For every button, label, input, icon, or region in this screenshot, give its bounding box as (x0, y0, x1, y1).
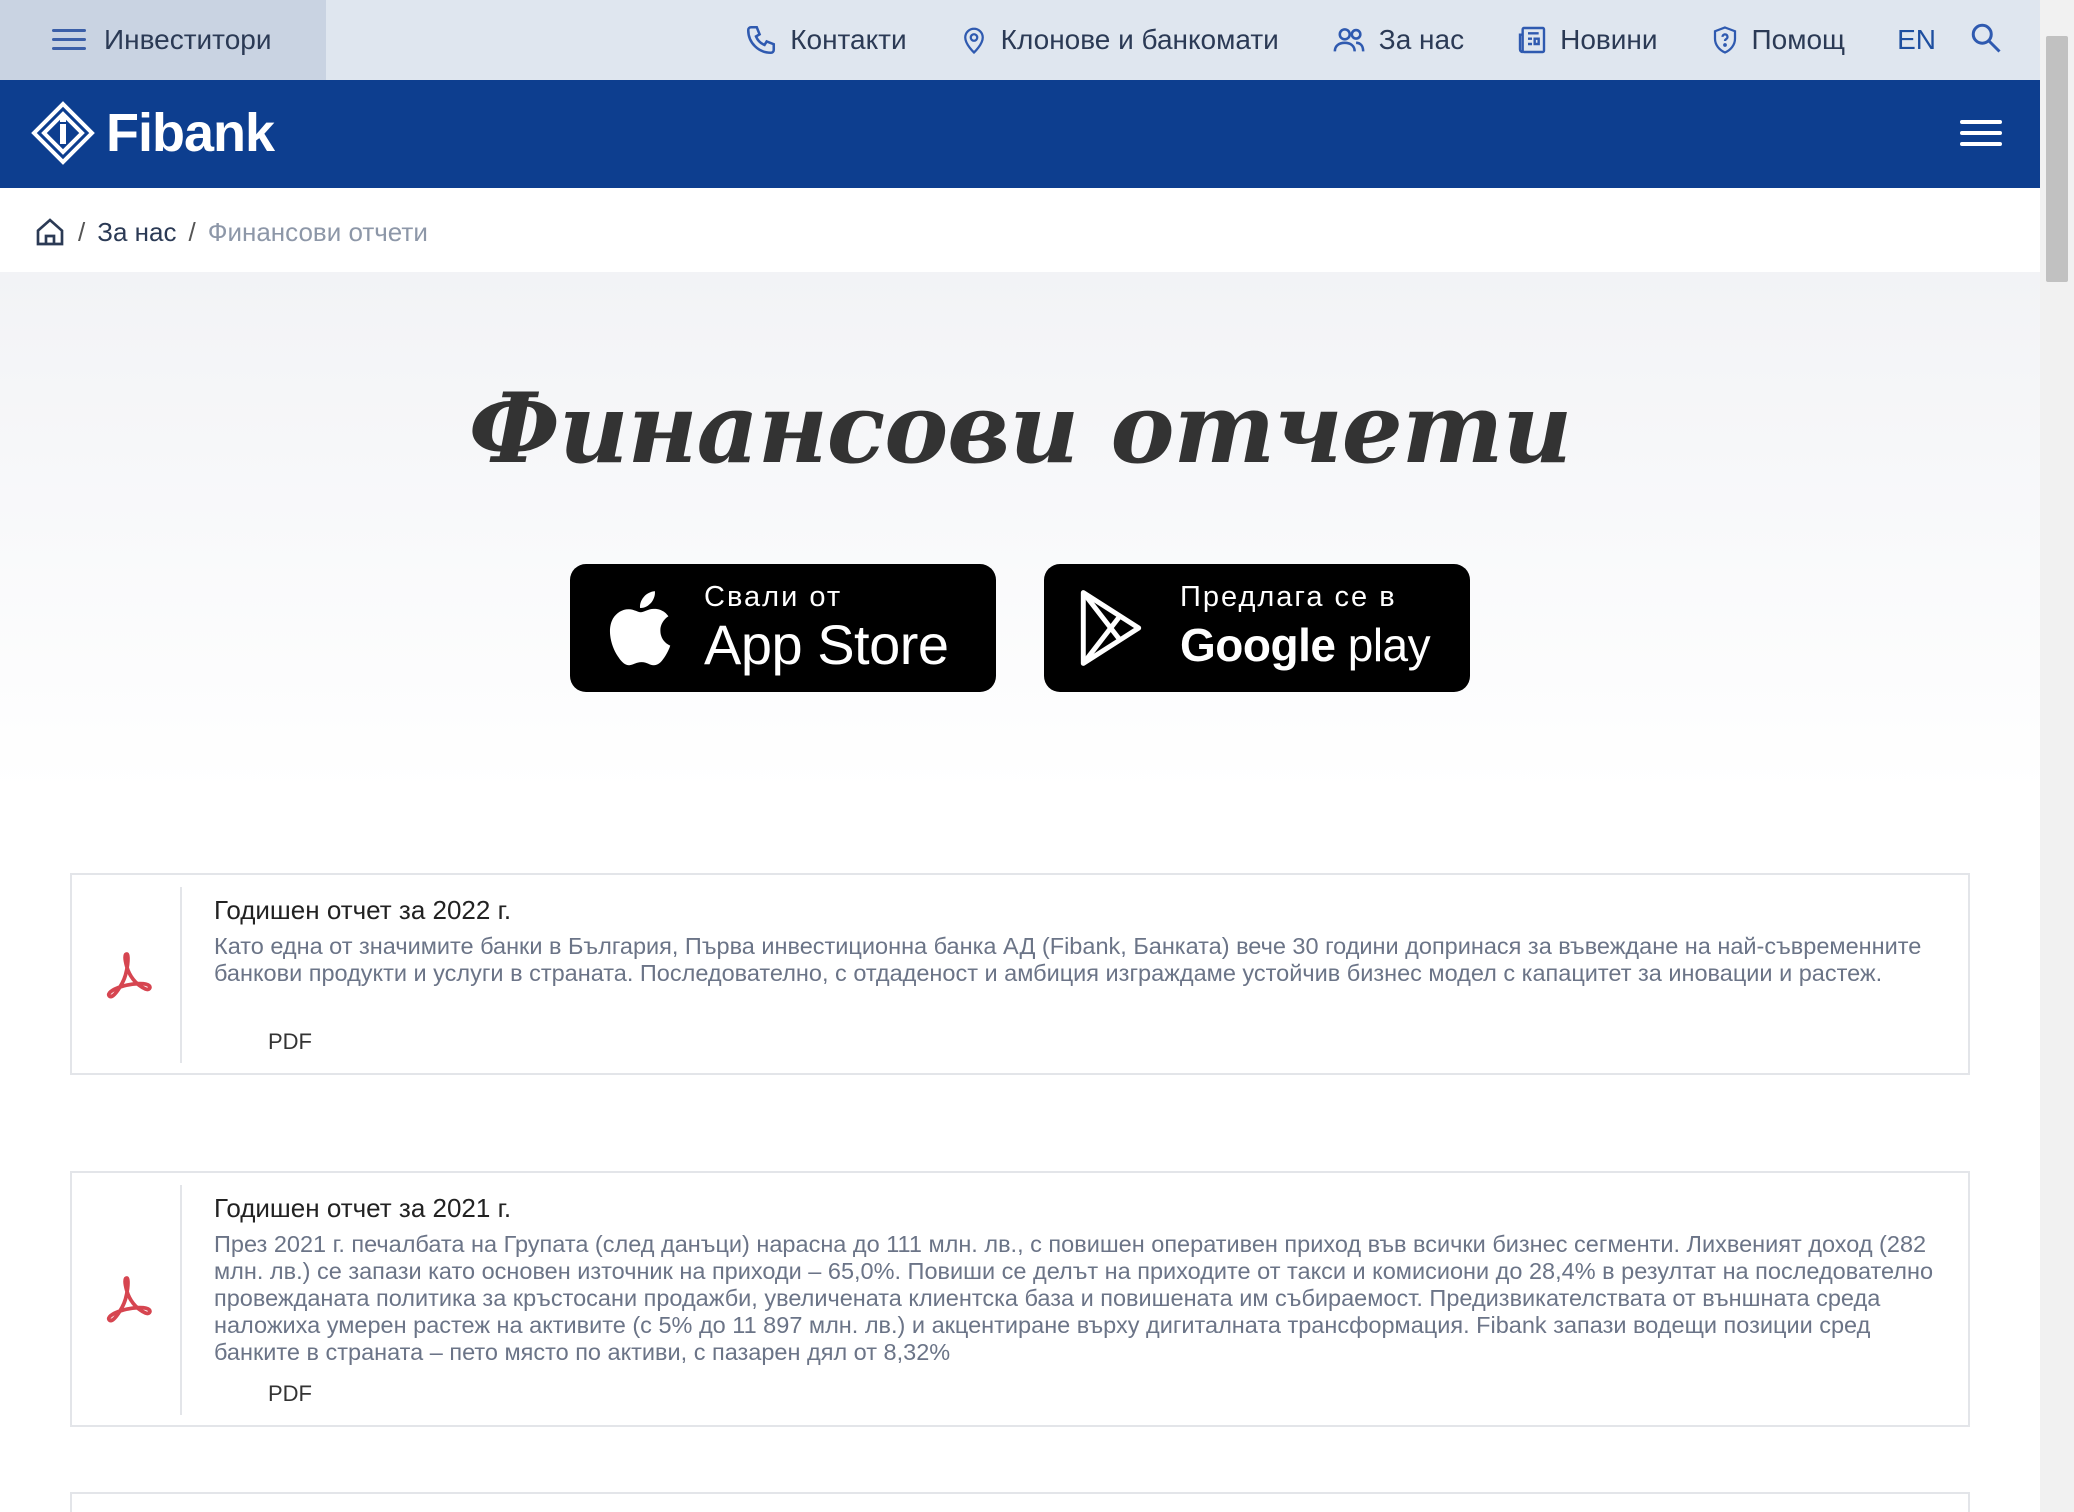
main-menu-button[interactable] (1960, 120, 2002, 146)
page-scrollbar[interactable] (2040, 0, 2074, 1512)
pdf-icon (106, 1276, 152, 1323)
card-divider (180, 887, 182, 1063)
phone-icon (747, 25, 776, 55)
main-header: Fibank (0, 80, 2040, 188)
google-play-big-text: Google play (1180, 614, 1431, 676)
google-word: Google (1180, 619, 1336, 671)
breadcrumb-separator: / (78, 216, 86, 247)
fibank-logo-icon (31, 101, 95, 165)
app-store-button[interactable]: Свали от App Store (570, 564, 996, 692)
newspaper-icon (1518, 26, 1546, 54)
nav-help-label: Помощ (1751, 24, 1846, 55)
breadcrumb-separator: / (188, 216, 196, 247)
breadcrumb-current: Финансови отчети (207, 216, 428, 247)
utility-bar: Инвеститори Контакти Клонове и банкомати… (0, 0, 2040, 80)
nav-about-label: За нас (1378, 24, 1465, 55)
utility-nav: Контакти Клонове и банкомати За нас Нови… (744, 0, 2040, 80)
nav-branches-label: Клонове и банкомати (1000, 24, 1279, 55)
pdf-icon (106, 952, 152, 999)
breadcrumb-about[interactable]: За нас (97, 217, 176, 248)
report-pdf-link[interactable]: PDF (268, 1381, 312, 1407)
help-shield-icon (1713, 26, 1736, 54)
menu-icon (52, 29, 86, 51)
breadcrumb: / За нас / Финансови отчети (34, 212, 428, 252)
language-switch[interactable]: EN (1897, 24, 1936, 56)
google-play-small-text: Предлага се в (1180, 581, 1397, 613)
report-card[interactable]: Годишен отчет за 2022 г. Като една от зн… (70, 873, 1970, 1075)
apple-icon (609, 591, 671, 666)
nav-news-label: Новини (1560, 24, 1658, 55)
nav-news[interactable]: Новини (1516, 24, 1658, 56)
nav-help[interactable]: Помощ (1710, 23, 1846, 57)
play-word: play (1347, 619, 1431, 671)
investors-label: Инвеститори (104, 24, 272, 55)
logo-text: Fibank (106, 103, 275, 163)
app-store-big-text: App Store (704, 613, 949, 676)
nav-about[interactable]: За нас (1331, 23, 1464, 57)
report-card[interactable]: Годишен отчет за 2021 г. През 2021 г. пе… (70, 1171, 1970, 1427)
fibank-logo[interactable]: Fibank (30, 100, 275, 166)
nav-branches-atms[interactable]: Клонове и банкомати (959, 23, 1279, 57)
report-pdf-link[interactable]: PDF (268, 1029, 312, 1055)
card-divider (180, 1185, 182, 1415)
search-icon (1971, 23, 2001, 53)
google-play-button[interactable]: Предлага се в Google play (1044, 564, 1470, 692)
report-description: През 2021 г. печалбата на Групата (след … (214, 1231, 1934, 1365)
report-description: Като една от значимите банки в България,… (214, 933, 1922, 986)
page-title: Финансови отчети (468, 372, 1572, 485)
app-store-text: Свали от App Store (704, 580, 949, 676)
report-card[interactable] (70, 1492, 1970, 1512)
app-store-small-text: Свали от (704, 581, 843, 613)
nav-contacts[interactable]: Контакти (744, 23, 907, 57)
scrollbar-thumb[interactable] (2046, 36, 2068, 282)
google-play-text: Предлага се в Google play (1180, 580, 1431, 676)
hero-section: Финансови отчети Свали от App Store Пред… (0, 272, 2040, 792)
google-play-icon (1080, 590, 1142, 666)
location-pin-icon (963, 27, 984, 55)
investors-menu-button[interactable]: Инвеститори (0, 0, 326, 80)
report-title[interactable]: Годишен отчет за 2021 г. (214, 1193, 511, 1224)
users-icon (1333, 28, 1365, 52)
home-icon[interactable] (34, 216, 66, 248)
report-title[interactable]: Годишен отчет за 2022 г. (214, 895, 511, 926)
search-button[interactable] (1968, 20, 2004, 61)
nav-contacts-label: Контакти (790, 24, 907, 55)
